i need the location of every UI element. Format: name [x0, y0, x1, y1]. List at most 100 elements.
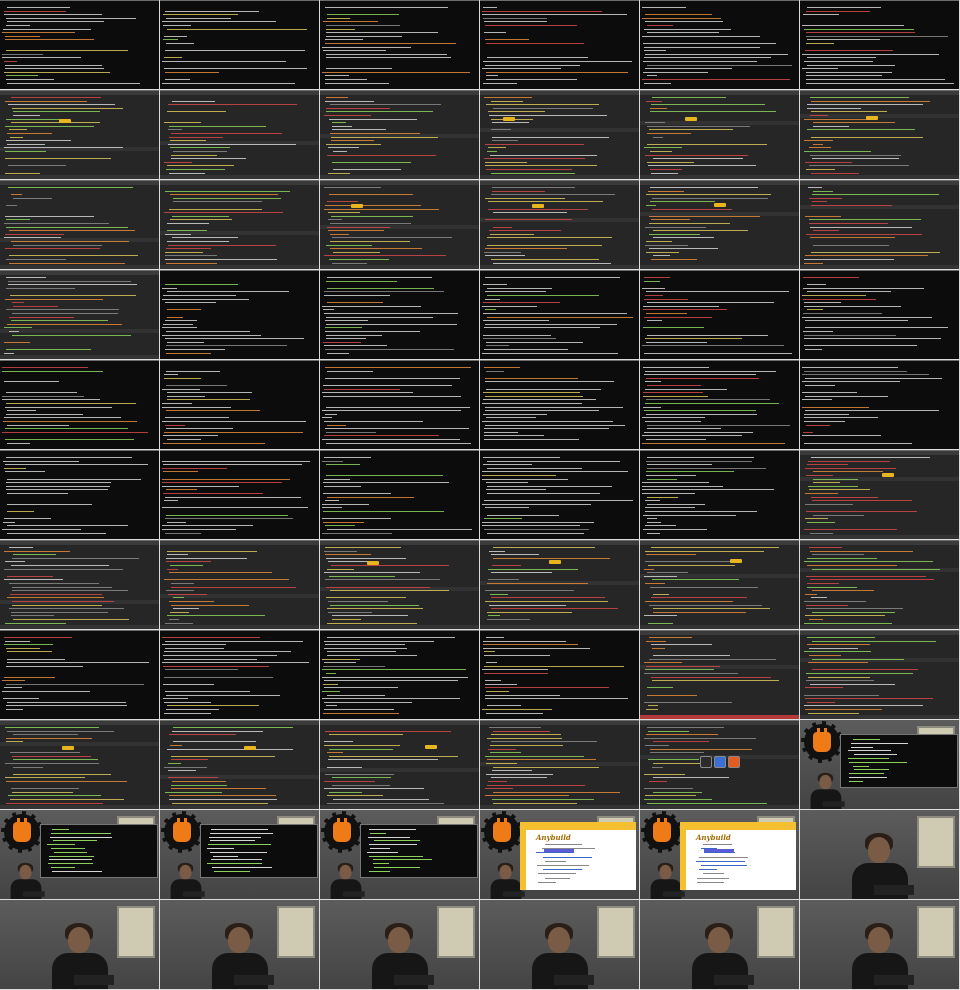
frame-thumbnail[interactable] — [320, 360, 479, 449]
frame-thumbnail[interactable] — [0, 810, 159, 899]
frame-thumbnail[interactable] — [800, 360, 959, 449]
code-line — [483, 647, 590, 649]
frame-thumbnail[interactable] — [160, 180, 319, 269]
frame-thumbnail[interactable] — [0, 540, 159, 629]
frame-thumbnail[interactable] — [640, 270, 799, 359]
code-line — [645, 601, 733, 602]
frame-thumbnail[interactable] — [480, 630, 639, 719]
firefox-icon[interactable] — [728, 756, 740, 768]
code-line — [166, 385, 227, 386]
code-line — [6, 482, 111, 484]
code-line — [332, 784, 390, 786]
frame-thumbnail[interactable] — [160, 630, 319, 719]
frame-thumbnail[interactable] — [640, 0, 799, 89]
laptop — [73, 975, 114, 985]
editor-icon[interactable] — [714, 756, 726, 768]
frame-thumbnail[interactable] — [320, 0, 479, 89]
frame-thumbnail[interactable] — [800, 270, 959, 359]
frame-thumbnail[interactable] — [160, 0, 319, 89]
code-line — [5, 68, 104, 70]
frame-thumbnail[interactable] — [480, 270, 639, 359]
frame-thumbnail[interactable] — [800, 810, 959, 899]
frame-thumbnail[interactable] — [640, 900, 799, 989]
frame-thumbnail[interactable] — [320, 450, 479, 539]
frame-thumbnail[interactable] — [320, 630, 479, 719]
code-line — [804, 28, 914, 30]
frame-thumbnail[interactable] — [640, 450, 799, 539]
frame-thumbnail[interactable] — [640, 540, 799, 629]
frame-thumbnail[interactable] — [160, 810, 319, 899]
code-line — [650, 201, 715, 203]
frame-thumbnail[interactable] — [800, 450, 959, 539]
frame-thumbnail[interactable] — [160, 540, 319, 629]
code-line — [647, 320, 662, 322]
frame-thumbnail[interactable] — [480, 360, 639, 449]
frame-thumbnail[interactable] — [160, 720, 319, 809]
frame-thumbnail[interactable] — [0, 90, 159, 179]
frame-thumbnail[interactable] — [320, 180, 479, 269]
code-line — [642, 35, 760, 37]
code-line — [162, 298, 249, 300]
frame-thumbnail[interactable] — [0, 630, 159, 719]
code-line — [333, 151, 347, 152]
frame-thumbnail[interactable] — [320, 720, 479, 809]
frame-thumbnail[interactable] — [480, 540, 639, 629]
code-line — [803, 298, 876, 300]
frame-thumbnail[interactable] — [480, 90, 639, 179]
frame-thumbnail[interactable] — [480, 900, 639, 989]
code-line — [327, 424, 346, 426]
frame-thumbnail[interactable] — [800, 90, 959, 179]
frame-thumbnail[interactable] — [320, 540, 479, 629]
frame-thumbnail[interactable] — [320, 90, 479, 179]
code-line — [802, 406, 869, 408]
frame-thumbnail[interactable] — [480, 0, 639, 89]
frame-thumbnail[interactable]: Anybuild — [480, 810, 639, 899]
frame-thumbnail[interactable] — [480, 180, 639, 269]
code-line — [9, 608, 124, 610]
code-line — [490, 154, 597, 156]
frame-thumbnail[interactable]: Anybuild — [640, 810, 799, 899]
code-line — [805, 615, 885, 617]
frame-thumbnail[interactable] — [640, 90, 799, 179]
code-line — [485, 698, 628, 700]
frame-thumbnail[interactable] — [800, 900, 959, 989]
frame-thumbnail[interactable] — [160, 900, 319, 989]
code-line — [802, 374, 929, 376]
frame-thumbnail[interactable] — [800, 720, 959, 809]
frame-thumbnail[interactable] — [0, 900, 159, 989]
frame-thumbnail[interactable] — [800, 0, 959, 89]
frame-thumbnail[interactable] — [160, 360, 319, 449]
frame-thumbnail[interactable] — [0, 360, 159, 449]
frame-thumbnail[interactable] — [800, 630, 959, 719]
frame-thumbnail[interactable] — [0, 720, 159, 809]
frame-thumbnail[interactable] — [640, 720, 799, 809]
code-line — [163, 323, 193, 325]
terminal-icon[interactable] — [700, 756, 712, 768]
code-line — [5, 125, 94, 127]
code-line — [648, 759, 699, 761]
frame-thumbnail[interactable] — [320, 270, 479, 359]
frame-thumbnail[interactable] — [0, 0, 159, 89]
frame-thumbnail[interactable] — [160, 90, 319, 179]
frame-thumbnail[interactable] — [640, 360, 799, 449]
frame-thumbnail[interactable] — [160, 270, 319, 359]
frame-thumbnail[interactable] — [640, 180, 799, 269]
code-line — [644, 410, 756, 412]
frame-thumbnail[interactable] — [480, 450, 639, 539]
frame-thumbnail[interactable] — [0, 270, 159, 359]
code-line — [484, 367, 520, 368]
frame-thumbnail[interactable] — [800, 180, 959, 269]
code-line — [811, 111, 887, 113]
frame-thumbnail[interactable] — [480, 720, 639, 809]
code-line — [167, 392, 252, 394]
frame-thumbnail[interactable] — [320, 900, 479, 989]
frame-thumbnail[interactable] — [640, 630, 799, 719]
slide-title: Anybuild — [536, 833, 571, 842]
code-line — [486, 169, 572, 170]
frame-thumbnail[interactable] — [0, 180, 159, 269]
frame-thumbnail[interactable] — [800, 540, 959, 629]
code-line — [642, 442, 785, 444]
frame-thumbnail[interactable] — [160, 450, 319, 539]
frame-thumbnail[interactable] — [320, 810, 479, 899]
frame-thumbnail[interactable] — [0, 450, 159, 539]
